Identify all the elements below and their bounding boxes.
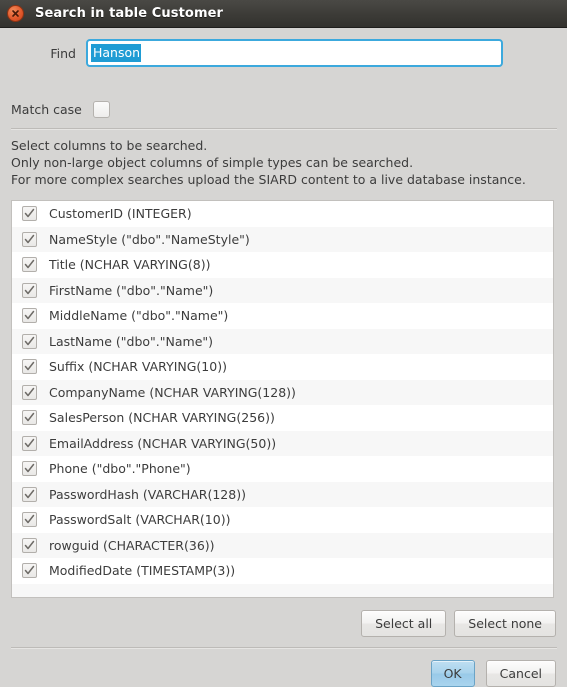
column-checkbox-checked[interactable] <box>22 435 37 451</box>
column-label: FirstName ("dbo"."Name") <box>49 282 214 298</box>
find-label: Find <box>50 45 76 61</box>
column-list-item[interactable]: Phone ("dbo"."Phone") <box>12 456 553 482</box>
column-list-item[interactable]: ModifiedDate (TIMESTAMP(3)) <box>12 558 553 584</box>
select-buttons-row: Select all Select none <box>0 610 567 637</box>
column-checkbox-checked[interactable] <box>22 359 37 375</box>
column-label: Phone ("dbo"."Phone") <box>49 461 191 477</box>
column-checkbox-checked[interactable] <box>22 333 37 349</box>
column-list-item[interactable]: CustomerID (INTEGER) <box>12 201 553 227</box>
close-icon <box>11 9 20 18</box>
match-case-row: Match case <box>0 98 567 120</box>
column-checkbox-checked[interactable] <box>22 486 37 502</box>
column-label: LastName ("dbo"."Name") <box>49 333 214 349</box>
column-label: SalesPerson (NCHAR VARYING(256)) <box>49 410 275 426</box>
close-button[interactable] <box>7 5 24 22</box>
column-checkbox-checked[interactable] <box>22 384 37 400</box>
column-list-item[interactable]: Suffix (NCHAR VARYING(10)) <box>12 354 553 380</box>
select-all-button[interactable]: Select all <box>361 610 447 637</box>
column-list-item[interactable]: SalesPerson (NCHAR VARYING(256)) <box>12 405 553 431</box>
ok-button[interactable]: OK <box>430 660 475 687</box>
separator-top <box>11 128 557 130</box>
column-label: Title (NCHAR VARYING(8)) <box>49 257 211 273</box>
find-input-value: Hanson <box>91 44 142 62</box>
column-checkbox-checked[interactable] <box>22 410 37 426</box>
separator-bottom <box>11 647 557 649</box>
match-case-label: Match case <box>11 101 82 117</box>
column-list-item[interactable]: CompanyName (NCHAR VARYING(128)) <box>12 379 553 405</box>
window-titlebar: Search in table Customer <box>0 0 567 28</box>
column-checkbox-checked[interactable] <box>22 282 37 298</box>
column-list-item[interactable]: MiddleName ("dbo"."Name") <box>12 303 553 329</box>
column-list-item[interactable]: FirstName ("dbo"."Name") <box>12 277 553 303</box>
column-checkbox-checked[interactable] <box>22 537 37 553</box>
find-row: Find Hanson <box>0 38 567 68</box>
instruction-line-1: Select columns to be searched. <box>11 138 208 153</box>
column-checkbox-checked[interactable] <box>22 563 37 579</box>
column-label: PasswordHash (VARCHAR(128)) <box>49 486 246 502</box>
action-buttons-row: OK Cancel <box>0 660 567 687</box>
column-label: Suffix (NCHAR VARYING(10)) <box>49 359 227 375</box>
column-list-item[interactable]: PasswordSalt (VARCHAR(10)) <box>12 507 553 533</box>
column-list-item[interactable]: rowguid (CHARACTER(36)) <box>12 532 553 558</box>
column-label: EmailAddress (NCHAR VARYING(50)) <box>49 435 277 451</box>
select-none-button[interactable]: Select none <box>454 610 556 637</box>
column-checkbox-checked[interactable] <box>22 257 37 273</box>
column-label: MiddleName ("dbo"."Name") <box>49 308 229 324</box>
column-label: ModifiedDate (TIMESTAMP(3)) <box>49 563 236 579</box>
column-checkbox-checked[interactable] <box>22 461 37 477</box>
find-input[interactable]: Hanson <box>86 39 503 67</box>
column-list-item[interactable]: PasswordHash (VARCHAR(128)) <box>12 481 553 507</box>
column-label: CustomerID (INTEGER) <box>49 206 192 222</box>
dialog-body: Find Hanson Match case Select columns to… <box>0 28 567 687</box>
match-case-checkbox[interactable] <box>93 100 110 118</box>
column-list-item[interactable]: LastName ("dbo"."Name") <box>12 328 553 354</box>
column-checkbox-checked[interactable] <box>22 512 37 528</box>
column-label: PasswordSalt (VARCHAR(10)) <box>49 512 231 528</box>
column-label: CompanyName (NCHAR VARYING(128)) <box>49 384 296 400</box>
cancel-button[interactable]: Cancel <box>485 660 556 687</box>
column-list-item[interactable]: EmailAddress (NCHAR VARYING(50)) <box>12 430 553 456</box>
column-list[interactable]: CustomerID (INTEGER) NameStyle ("dbo"."Na… <box>11 200 554 598</box>
column-checkbox-checked[interactable] <box>22 231 37 247</box>
column-checkbox-checked[interactable] <box>22 308 37 324</box>
column-checkbox-checked[interactable] <box>22 206 37 222</box>
column-label: rowguid (CHARACTER(36)) <box>49 537 215 553</box>
column-list-filler <box>12 583 553 597</box>
column-list-item[interactable]: Title (NCHAR VARYING(8)) <box>12 252 553 278</box>
instruction-line-3: For more complex searches upload the SIA… <box>11 172 526 187</box>
column-label: NameStyle ("dbo"."NameStyle") <box>49 231 250 247</box>
window-title: Search in table Customer <box>35 6 224 21</box>
column-list-item[interactable]: NameStyle ("dbo"."NameStyle") <box>12 226 553 252</box>
instructions-text: Select columns to be searched. Only non-… <box>11 137 559 188</box>
instruction-line-2: Only non-large object columns of simple … <box>11 155 414 170</box>
